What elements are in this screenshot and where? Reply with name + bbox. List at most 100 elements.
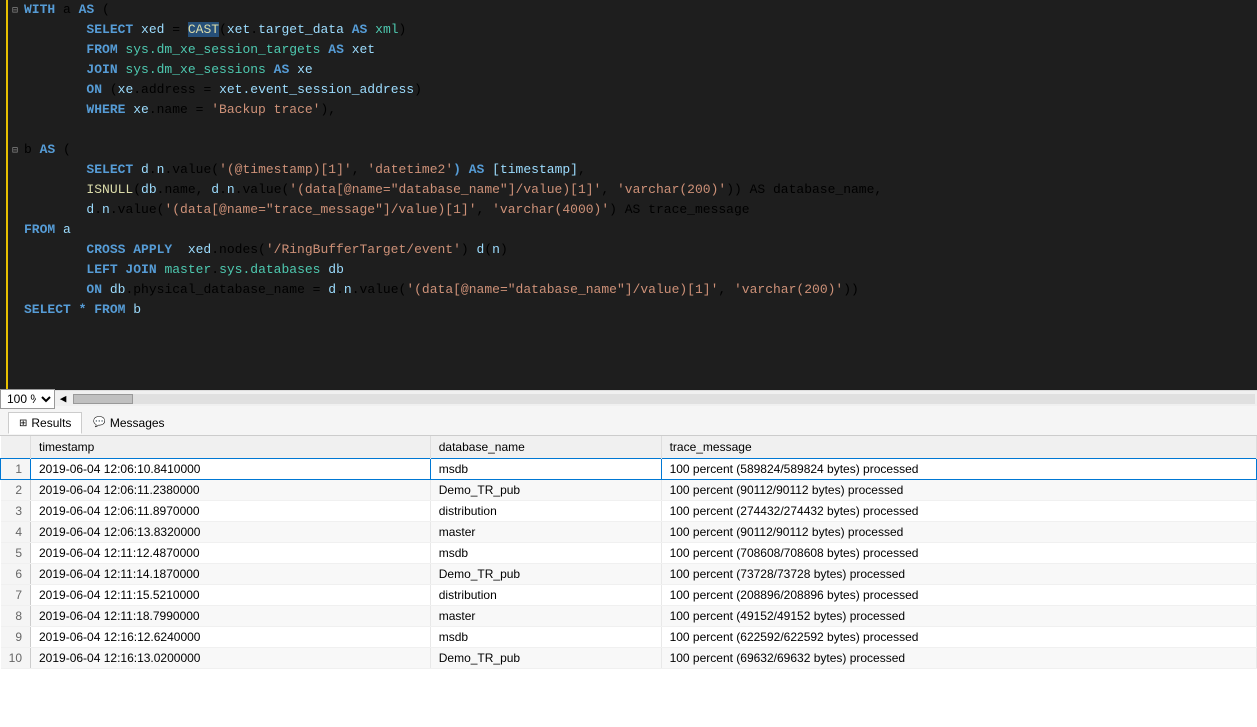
messages-tab-label: Messages — [110, 416, 165, 430]
cell-timestamp: 2019-06-04 12:16:12.6240000 — [31, 627, 431, 648]
cell-rownum: 8 — [1, 606, 31, 627]
tab-messages[interactable]: 💬 Messages — [82, 412, 175, 434]
cell-trace_message: 100 percent (90112/90112 bytes) processe… — [661, 522, 1256, 543]
results-tabs: ⊞ Results 💬 Messages — [0, 406, 1257, 436]
line-content: FROM sys.dm_xe_session_targets AS xet — [24, 40, 1257, 60]
code-line: ON (xe.address = xet.event_session_addre… — [8, 80, 1257, 100]
code-area[interactable]: ⊟WITH a AS ( SELECT xed = CAST(xet.targe… — [8, 0, 1257, 390]
fold-icon — [8, 186, 24, 197]
line-content: ON db.physical_database_name = d.n.value… — [24, 280, 1257, 300]
code-line: WHERE xe.name = 'Backup trace'), — [8, 100, 1257, 120]
table-row[interactable]: 22019-06-04 12:06:11.2380000Demo_TR_pub1… — [1, 480, 1257, 501]
fold-icon — [8, 306, 24, 317]
cell-rownum: 3 — [1, 501, 31, 522]
code-line: CROSS APPLY xed.nodes('/RingBufferTarget… — [8, 240, 1257, 260]
line-content: SELECT d.n.value('(@timestamp)[1]', 'dat… — [24, 160, 1257, 180]
fold-icon — [8, 286, 24, 297]
cell-rownum: 10 — [1, 648, 31, 669]
line-content: WITH a AS ( — [24, 0, 1257, 20]
code-line: JOIN sys.dm_xe_sessions AS xe — [8, 60, 1257, 80]
fold-icon — [8, 226, 24, 237]
col-header-timestamp: timestamp — [31, 436, 431, 459]
table-row[interactable]: 12019-06-04 12:06:10.8410000msdb100 perc… — [1, 459, 1257, 480]
fold-icon — [8, 246, 24, 257]
table-row[interactable]: 102019-06-04 12:16:13.0200000Demo_TR_pub… — [1, 648, 1257, 669]
cell-database_name: master — [430, 606, 661, 627]
fold-icon — [8, 86, 24, 97]
cell-timestamp: 2019-06-04 12:16:13.0200000 — [31, 648, 431, 669]
cell-database_name: Demo_TR_pub — [430, 480, 661, 501]
code-lines: ⊟WITH a AS ( SELECT xed = CAST(xet.targe… — [8, 0, 1257, 320]
cell-database_name: distribution — [430, 585, 661, 606]
col-header-database_name: database_name — [430, 436, 661, 459]
cell-trace_message: 100 percent (73728/73728 bytes) processe… — [661, 564, 1256, 585]
code-line: SELECT * FROM b — [8, 300, 1257, 320]
results-container[interactable]: timestamp database_name trace_message 12… — [0, 436, 1257, 669]
scrollbar-area: 100 % 75 % 150 % ◀ — [0, 390, 1257, 406]
cell-database_name: Demo_TR_pub — [430, 564, 661, 585]
fold-icon[interactable]: ⊟ — [8, 5, 24, 17]
cell-trace_message: 100 percent (708608/708608 bytes) proces… — [661, 543, 1256, 564]
line-content: SELECT xed = CAST(xet.target_data AS xml… — [24, 20, 1257, 40]
cell-database_name: master — [430, 522, 661, 543]
code-line: FROM sys.dm_xe_session_targets AS xet — [8, 40, 1257, 60]
table-row[interactable]: 92019-06-04 12:16:12.6240000msdb100 perc… — [1, 627, 1257, 648]
cell-database_name: msdb — [430, 459, 661, 480]
fold-icon — [8, 66, 24, 77]
cell-trace_message: 100 percent (622592/622592 bytes) proces… — [661, 627, 1256, 648]
cell-timestamp: 2019-06-04 12:11:12.4870000 — [31, 543, 431, 564]
fold-icon[interactable]: ⊟ — [8, 145, 24, 157]
code-line: ⊟WITH a AS ( — [8, 0, 1257, 20]
line-content: ISNULL(db.name, d.n.value('(data[@name="… — [24, 180, 1257, 200]
editor-gutter — [0, 0, 8, 390]
table-row[interactable]: 72019-06-04 12:11:15.5210000distribution… — [1, 585, 1257, 606]
cell-rownum: 5 — [1, 543, 31, 564]
cell-database_name: msdb — [430, 543, 661, 564]
cell-timestamp: 2019-06-04 12:06:13.8320000 — [31, 522, 431, 543]
line-content: SELECT * FROM b — [24, 300, 1257, 320]
cell-rownum: 4 — [1, 522, 31, 543]
cell-database_name: msdb — [430, 627, 661, 648]
table-row[interactable]: 42019-06-04 12:06:13.8320000master100 pe… — [1, 522, 1257, 543]
fold-icon — [8, 206, 24, 217]
cell-rownum: 7 — [1, 585, 31, 606]
line-content: d.n.value('(data[@name="trace_message"]/… — [24, 200, 1257, 220]
fold-icon — [8, 266, 24, 277]
table-row[interactable]: 52019-06-04 12:11:12.4870000msdb100 perc… — [1, 543, 1257, 564]
code-line — [8, 120, 1257, 140]
cell-trace_message: 100 percent (589824/589824 bytes) proces… — [661, 459, 1256, 480]
line-content: JOIN sys.dm_xe_sessions AS xe — [24, 60, 1257, 80]
tab-results[interactable]: ⊞ Results — [8, 412, 82, 434]
cell-rownum: 6 — [1, 564, 31, 585]
cell-timestamp: 2019-06-04 12:11:18.7990000 — [31, 606, 431, 627]
cell-trace_message: 100 percent (274432/274432 bytes) proces… — [661, 501, 1256, 522]
scroll-thumb[interactable] — [73, 394, 133, 404]
code-line: ISNULL(db.name, d.n.value('(data[@name="… — [8, 180, 1257, 200]
code-line: SELECT xed = CAST(xet.target_data AS xml… — [8, 20, 1257, 40]
line-content: CROSS APPLY xed.nodes('/RingBufferTarget… — [24, 240, 1257, 260]
scroll-left-btn[interactable]: ◀ — [55, 392, 71, 406]
results-tbody: 12019-06-04 12:06:10.8410000msdb100 perc… — [1, 459, 1257, 669]
table-row[interactable]: 32019-06-04 12:06:11.8970000distribution… — [1, 501, 1257, 522]
cell-timestamp: 2019-06-04 12:11:14.1870000 — [31, 564, 431, 585]
results-tab-label: Results — [31, 416, 71, 430]
code-line: FROM a — [8, 220, 1257, 240]
fold-icon — [8, 166, 24, 177]
cell-timestamp: 2019-06-04 12:06:11.8970000 — [31, 501, 431, 522]
col-header-rownum — [1, 436, 31, 459]
line-content: LEFT JOIN master.sys.databases db — [24, 260, 1257, 280]
line-content: b AS ( — [24, 140, 1257, 160]
table-row[interactable]: 82019-06-04 12:11:18.7990000master100 pe… — [1, 606, 1257, 627]
line-content: FROM a — [24, 220, 1257, 240]
cell-trace_message: 100 percent (49152/49152 bytes) processe… — [661, 606, 1256, 627]
editor-wrapper: ⊟WITH a AS ( SELECT xed = CAST(xet.targe… — [0, 0, 1257, 390]
zoom-select[interactable]: 100 % 75 % 150 % — [0, 389, 55, 409]
results-icon: ⊞ — [19, 418, 27, 429]
messages-icon: 💬 — [93, 417, 105, 428]
code-line: LEFT JOIN master.sys.databases db — [8, 260, 1257, 280]
table-row[interactable]: 62019-06-04 12:11:14.1870000Demo_TR_pub1… — [1, 564, 1257, 585]
table-header-row: timestamp database_name trace_message — [1, 436, 1257, 459]
fold-icon — [8, 46, 24, 57]
scroll-track[interactable] — [73, 394, 1255, 404]
cell-rownum: 1 — [1, 459, 31, 480]
